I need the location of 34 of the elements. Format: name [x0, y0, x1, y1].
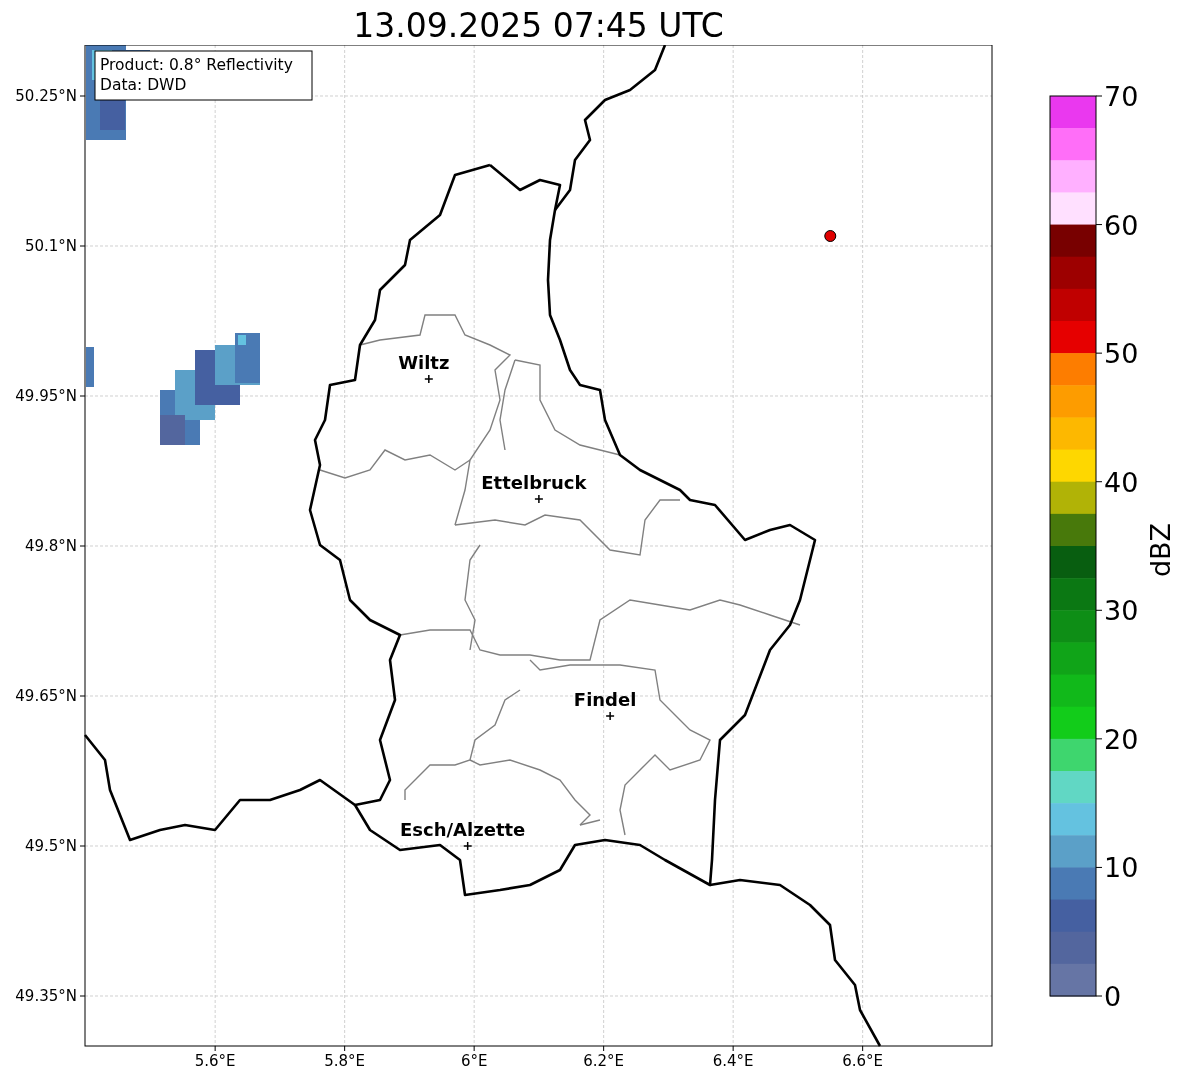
- colorbar-tick-label: 10: [1104, 852, 1139, 884]
- colorbar-tick-label: 50: [1104, 338, 1139, 370]
- latitude-label: 50.25°N: [15, 87, 77, 105]
- colorbar-tick-label: 70: [1104, 81, 1139, 112]
- latitude-label: 49.35°N: [15, 987, 77, 1005]
- info-text: Product: 0.8° Reflectivity: [100, 56, 293, 74]
- longitude-label: 5.6°E: [194, 1052, 236, 1070]
- colorbar-tick-label: 30: [1104, 595, 1139, 627]
- city-label: Ettelbruck: [481, 472, 587, 493]
- city-label: Esch/Alzette: [400, 819, 526, 840]
- latitude-label: 49.8°N: [24, 537, 77, 555]
- latitude-label: 49.95°N: [15, 387, 77, 405]
- colorbar-label: dBZ: [1145, 522, 1176, 578]
- city-label: Wiltz: [398, 352, 450, 373]
- city-label: Findel: [573, 689, 637, 710]
- chart-title: 13.09.2025 07:45 UTC: [353, 6, 724, 45]
- longitude-label: 6.4°E: [712, 1052, 754, 1070]
- colorbar-tick-label: 0: [1104, 981, 1122, 1012]
- city-marker-icon: [605, 711, 615, 721]
- latitude-label: 49.65°N: [15, 687, 77, 705]
- longitude-label: 6.2°E: [583, 1052, 625, 1070]
- colorbar-tick-label: 40: [1104, 466, 1139, 498]
- city-marker-icon: [424, 374, 434, 384]
- latitude-label: 49.5°N: [24, 837, 77, 855]
- colorbar-tick-label: 20: [1104, 723, 1139, 755]
- city-marker-icon: [462, 841, 473, 851]
- radar-site-marker: [824, 230, 837, 242]
- longitude-label: 6°E: [460, 1052, 488, 1070]
- info-text: Data: DWD: [100, 76, 187, 94]
- longitude-label: 5.8°E: [324, 1052, 366, 1070]
- latitude-label: 50.1°N: [24, 237, 77, 255]
- longitude-label: 6.6°E: [842, 1052, 884, 1070]
- city-marker-icon: [534, 494, 544, 504]
- colorbar-tick-label: 60: [1104, 209, 1139, 241]
